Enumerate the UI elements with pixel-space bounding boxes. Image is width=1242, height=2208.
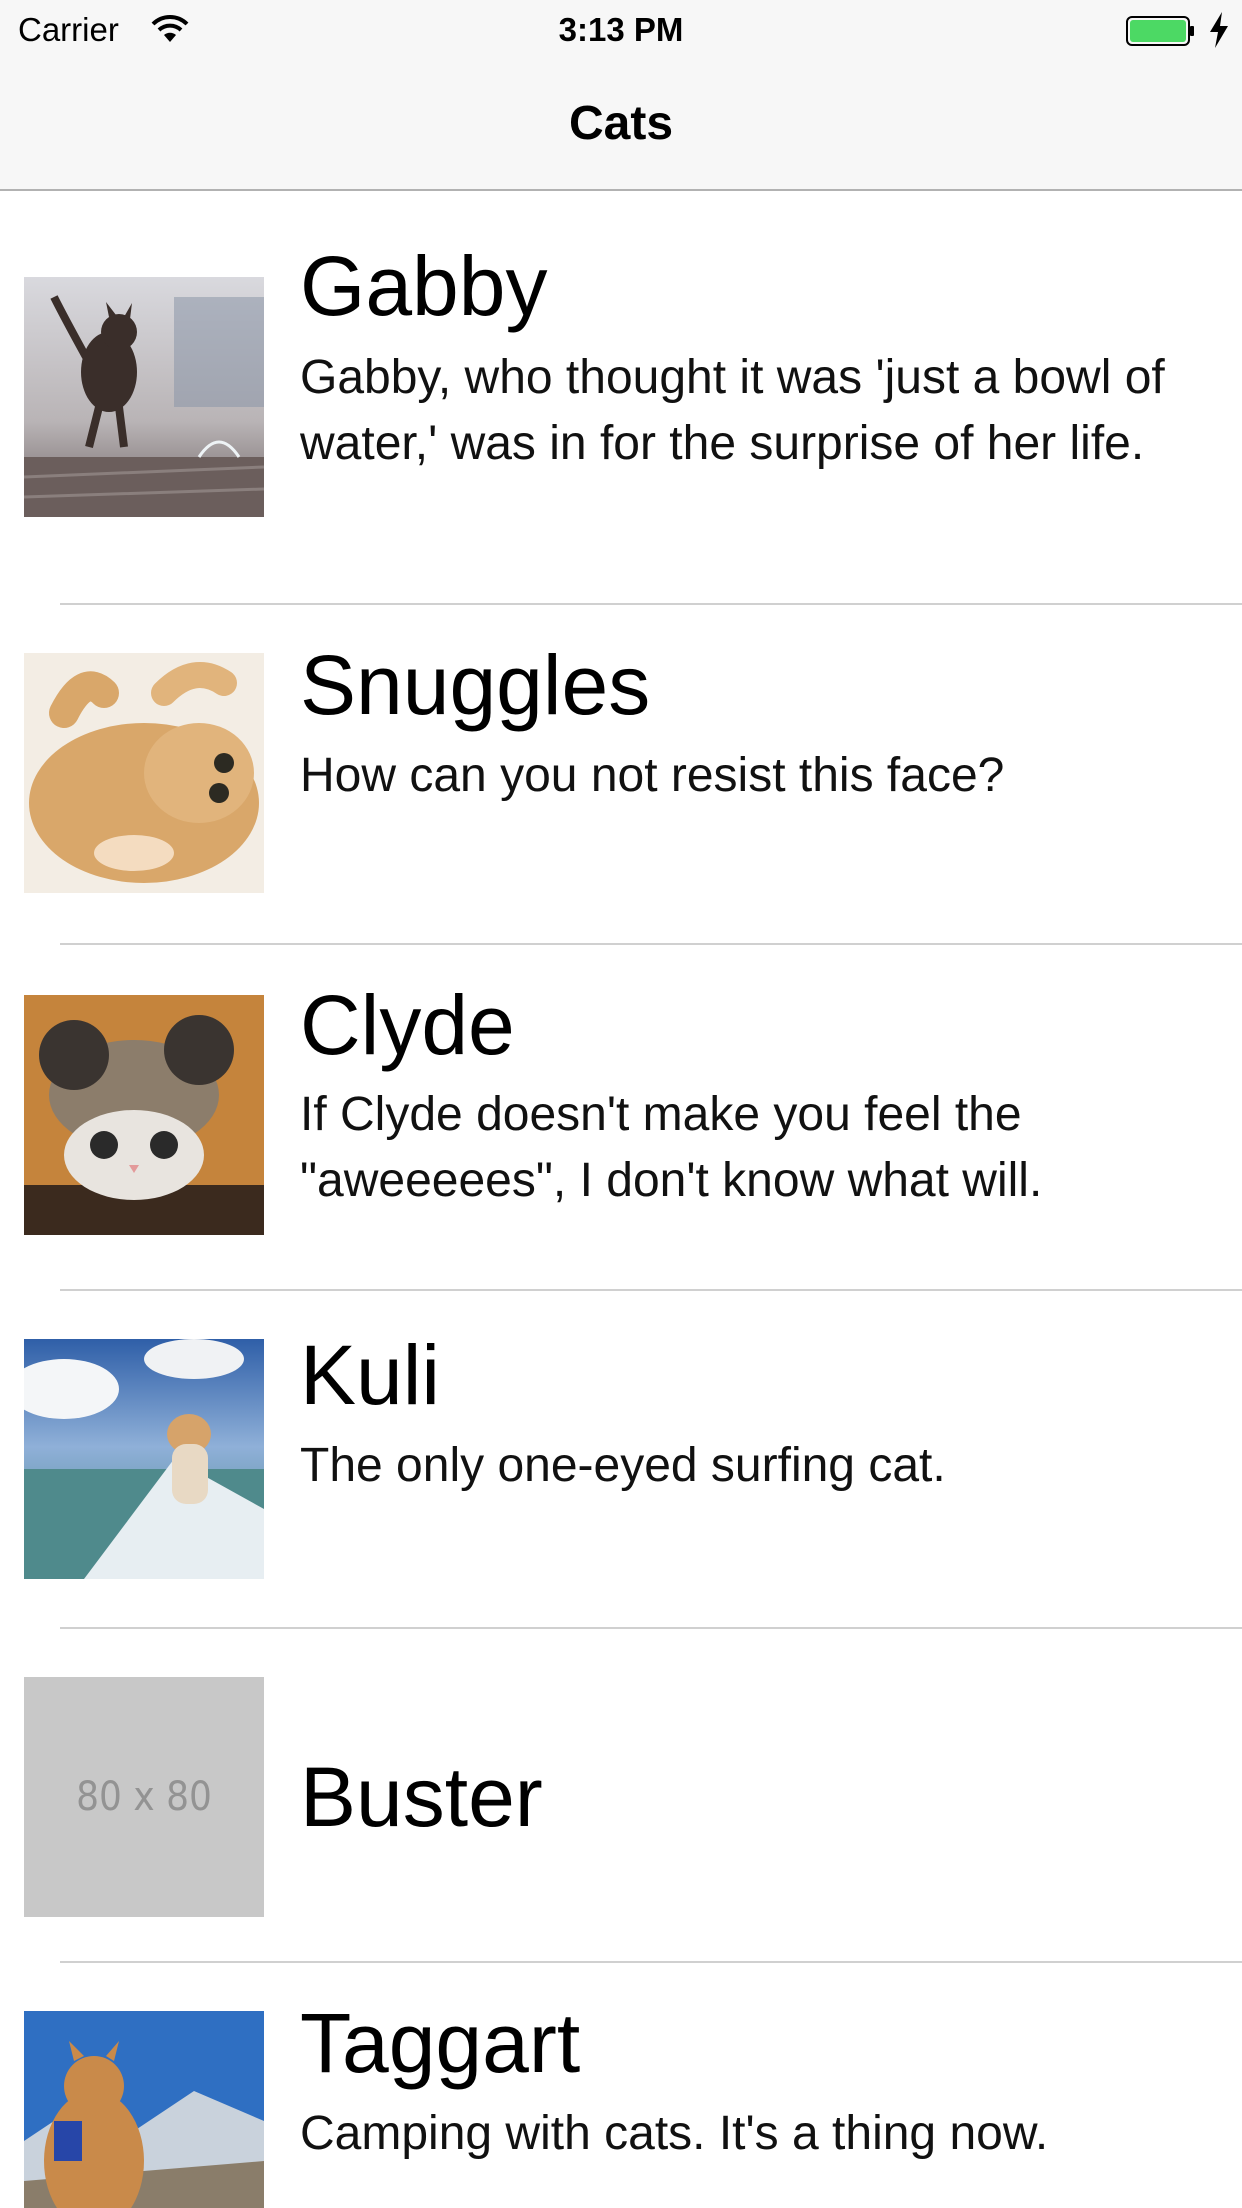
navigation-bar: Cats <box>0 60 1242 191</box>
cat-description: Camping with cats. It's a thing now. <box>300 2107 1049 2160</box>
table-row[interactable]: Gabby Gabby, who thought it was 'just a … <box>0 191 1242 604</box>
cat-photo <box>24 653 264 893</box>
status-bar: Carrier 3:13 PM <box>0 0 1242 60</box>
placeholder-image: 80 x 80 <box>24 1677 264 1917</box>
placeholder-label: 80 x 80 <box>76 1774 212 1820</box>
charging-bolt-icon <box>1210 12 1228 48</box>
table-row[interactable]: Kuli The only one-eyed surfing cat. <box>0 1291 1242 1629</box>
cat-description: The only one-eyed surfing cat. <box>300 1439 946 1492</box>
cat-name: Gabby <box>300 239 548 333</box>
cat-photo <box>24 2011 264 2208</box>
battery-icon <box>1126 16 1194 46</box>
table-row[interactable]: Snuggles How can you not resist this fac… <box>0 605 1242 943</box>
cat-photo <box>24 995 264 1235</box>
cat-description: How can you not resist this face? <box>300 749 1005 802</box>
cat-photo <box>24 277 264 517</box>
cat-description: If Clyde doesn't make you feel the "awee… <box>300 1088 1043 1207</box>
cat-name: Snuggles <box>300 638 651 732</box>
cat-name: Clyde <box>300 978 515 1072</box>
page-title: Cats <box>568 97 674 150</box>
cat-name: Buster <box>300 1750 543 1844</box>
cats-table[interactable]: Gabby Gabby, who thought it was 'just a … <box>0 191 1242 2208</box>
cat-photo <box>24 1339 264 1579</box>
cat-name: Taggart <box>300 1996 581 2090</box>
clock: 3:13 PM <box>558 11 684 48</box>
table-row[interactable]: Clyde If Clyde doesn't make you feel the… <box>0 945 1242 1289</box>
table-row[interactable]: 80 x 80 Buster <box>0 1629 1242 1967</box>
table-row[interactable]: Taggart Camping with cats. It's a thing … <box>0 1963 1242 2208</box>
cat-name: Kuli <box>300 1328 441 1422</box>
cat-description: Gabby, who thought it was 'just a bowl o… <box>300 351 1165 470</box>
